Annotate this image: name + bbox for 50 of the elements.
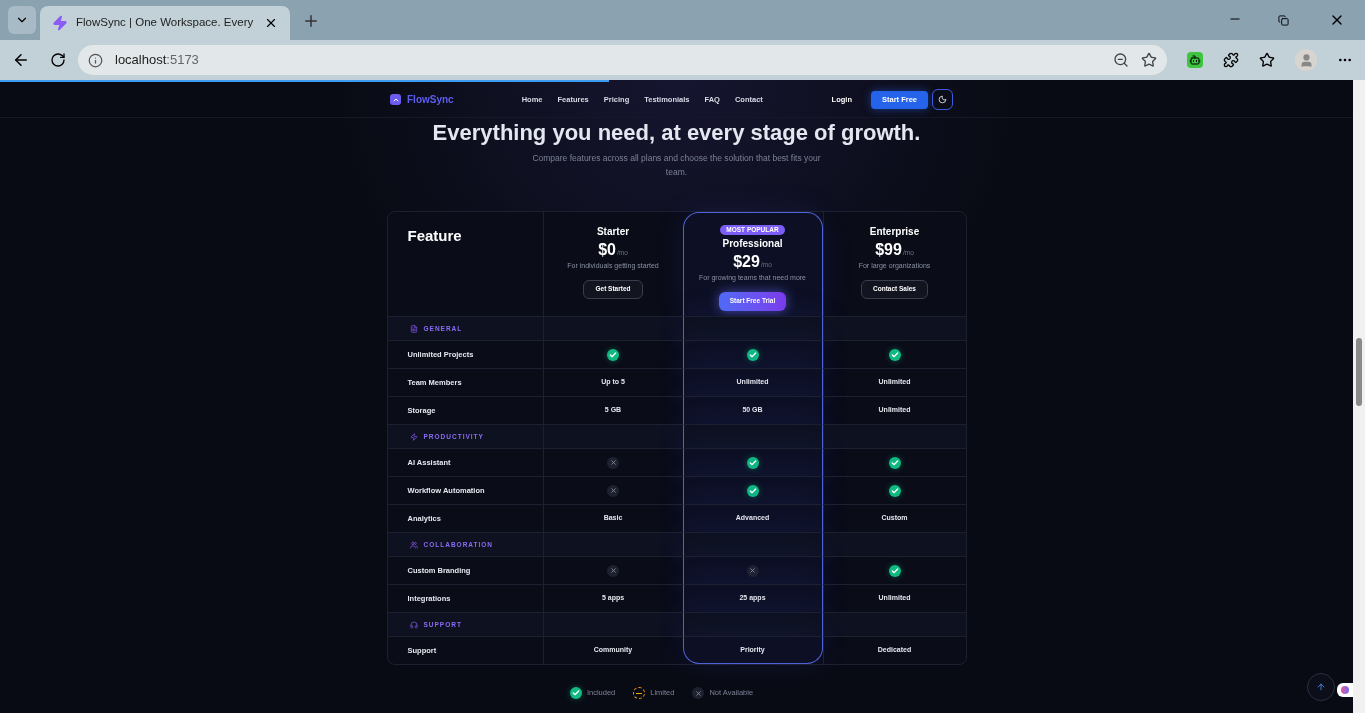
file-icon [409,324,418,333]
browser-tab[interactable]: FlowSync | One Workspace. Every [40,6,290,40]
users-icon [409,540,418,549]
section-heading: Everything you need, at every stage of growth. [431,119,922,147]
plan-name: Professional [722,238,783,250]
scrollbar[interactable] [1353,80,1365,713]
moon-icon [938,95,947,104]
tab-title: FlowSync | One Workspace. Every [76,15,255,31]
favorites-icon[interactable] [1259,52,1275,68]
headphones-icon [409,620,418,629]
cross-icon [746,564,759,577]
puzzle-icon[interactable] [1223,52,1239,68]
plan-price: $99 [875,240,902,260]
arrow-up-icon [1316,682,1326,692]
cross-icon [692,687,705,699]
reload-icon[interactable] [50,52,66,68]
theme-toggle-button[interactable] [932,89,953,110]
plan-name: Enterprise [869,226,920,238]
logo-icon [390,94,401,105]
address-bar[interactable]: localhost:5173 [78,45,1167,75]
zoom-out-icon[interactable] [1113,52,1129,68]
plan-price: $29 [733,252,760,272]
extension-badge-icon[interactable] [1337,683,1353,697]
star-icon[interactable] [1141,52,1157,68]
brand-name[interactable]: FlowSync [407,92,454,107]
cross-icon [607,564,619,577]
feature-column-title: Feature [407,227,462,244]
new-tab-icon[interactable] [302,12,320,30]
plan-name: Starter [596,226,630,238]
info-icon [88,52,103,68]
check-icon [746,348,759,361]
robot-icon[interactable] [1187,52,1203,68]
close-icon[interactable] [264,16,278,30]
restore-icon[interactable] [1278,15,1289,26]
check-icon [746,456,759,469]
plan-price: $0 [598,240,616,260]
zap-icon [409,432,418,441]
url-text: localhost:5173 [115,51,199,70]
check-icon [607,348,619,361]
lightning-icon [52,15,68,31]
check-icon [888,484,901,497]
check-icon [888,564,901,577]
check-icon [569,687,582,699]
check-icon [888,456,901,469]
cross-icon [607,484,619,497]
back-icon[interactable] [12,51,30,69]
check-icon [746,484,759,497]
check-icon [888,348,901,361]
cross-icon [607,456,619,469]
section-subheading: Compare features across all plans and choose the solution that best fits your team. [531,152,822,179]
